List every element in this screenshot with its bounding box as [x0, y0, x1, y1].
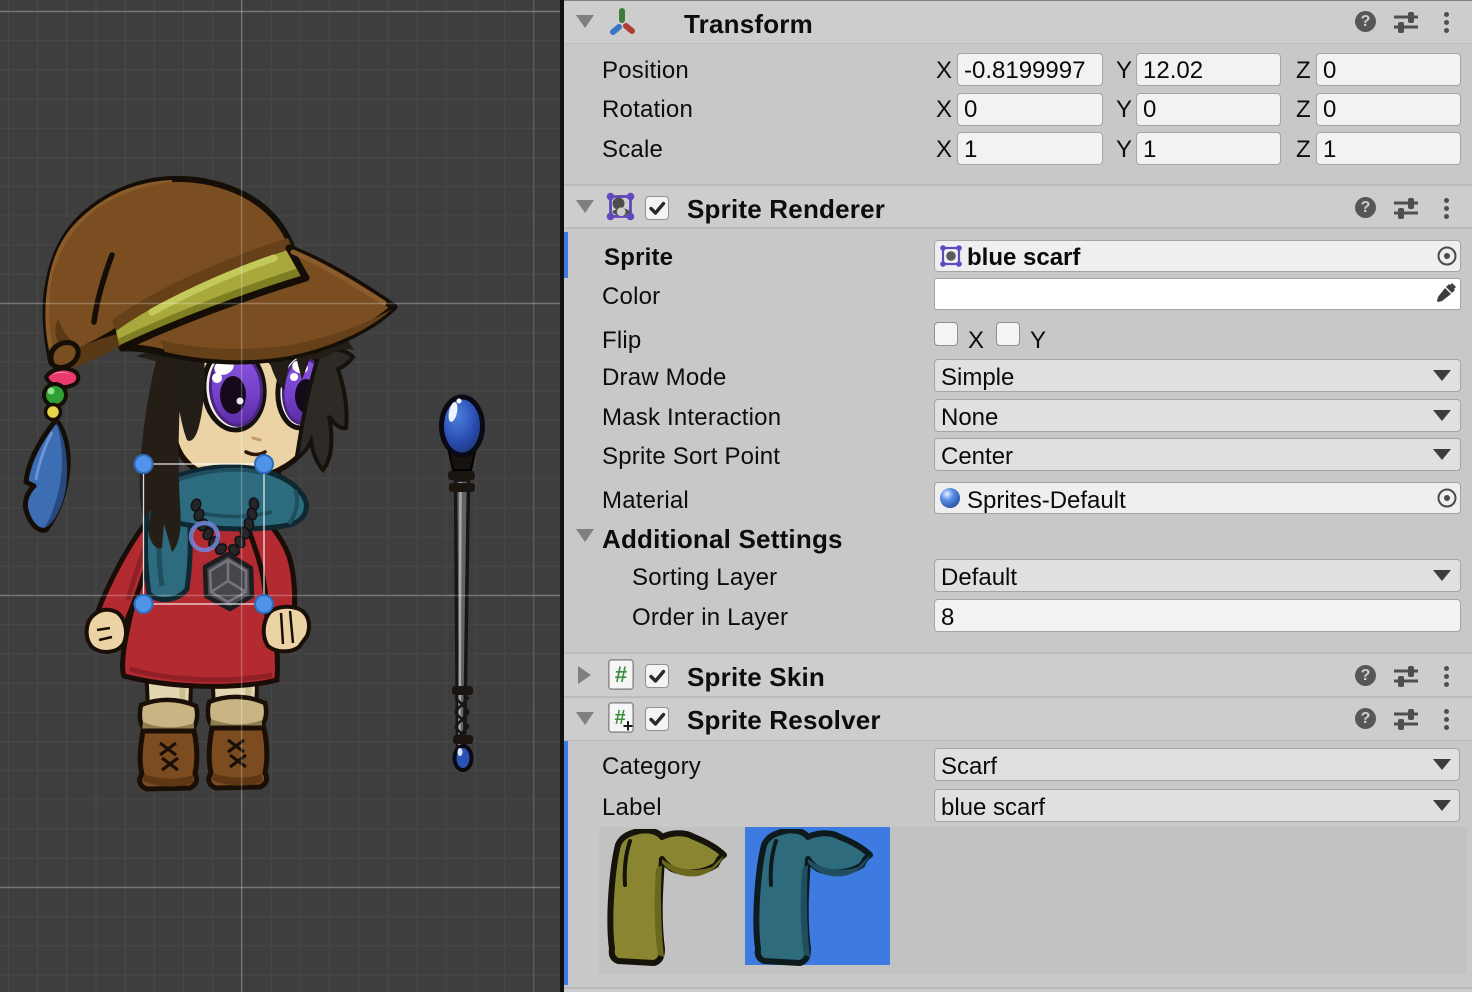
svg-text:+: +	[623, 716, 634, 734]
svg-text:#: #	[615, 662, 627, 687]
